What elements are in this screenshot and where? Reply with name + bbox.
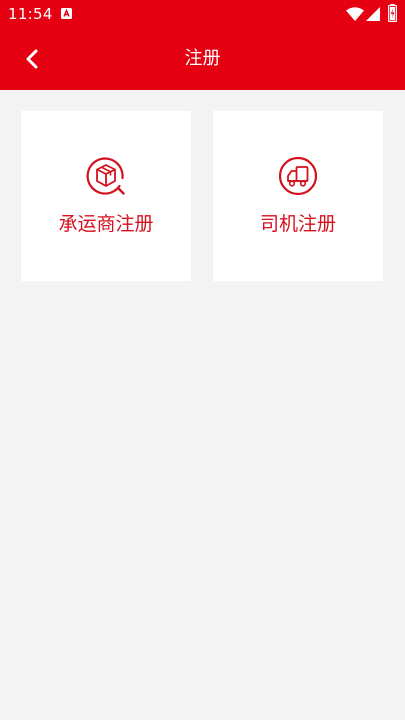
truck-icon xyxy=(278,156,318,196)
signal-icon xyxy=(366,7,380,21)
page-title: 注册 xyxy=(184,48,221,69)
driver-register-label: 司机注册 xyxy=(259,213,336,235)
driver-register-card[interactable]: 司机注册 xyxy=(213,111,383,281)
battery-icon xyxy=(388,4,397,22)
app-header: 11:54 注册 xyxy=(0,0,405,90)
status-bar: 11:54 xyxy=(0,0,405,28)
carrier-register-label: 承运商注册 xyxy=(58,213,154,235)
package-search-icon xyxy=(86,157,125,195)
a-letter-icon xyxy=(61,8,72,19)
wifi-icon xyxy=(346,7,364,21)
nav-bar: 注册 xyxy=(0,28,405,90)
status-time: 11:54 xyxy=(8,5,53,23)
carrier-register-card[interactable]: 承运商注册 xyxy=(21,111,191,281)
